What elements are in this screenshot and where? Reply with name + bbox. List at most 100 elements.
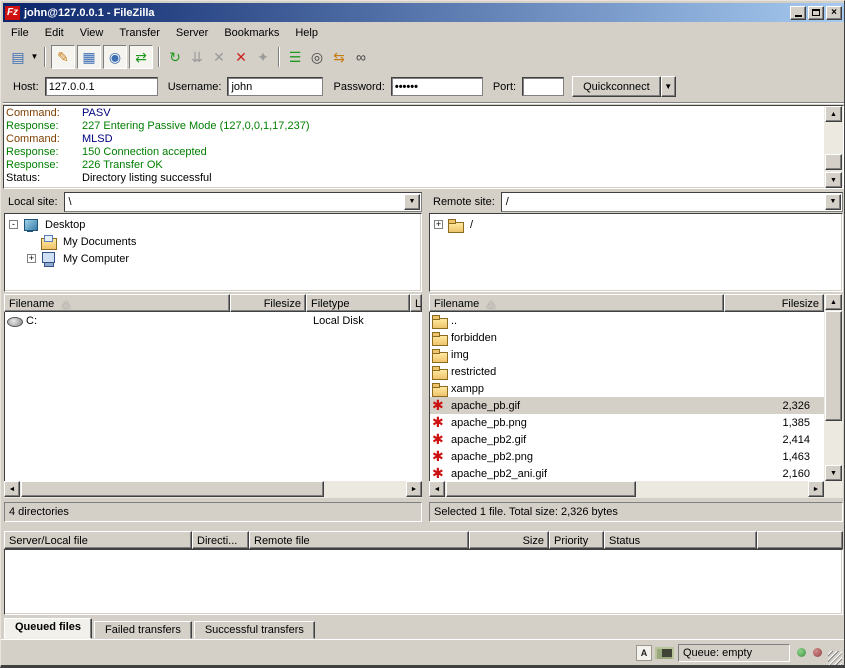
- resize-grip[interactable]: [828, 651, 842, 665]
- site-manager-dropdown-icon[interactable]: ▼: [29, 46, 40, 68]
- local-tree-item[interactable]: + My Computer: [5, 250, 421, 267]
- local-tree-toggle-icon[interactable]: ▦: [77, 45, 101, 69]
- tree-item-label[interactable]: /: [467, 218, 476, 232]
- scroll-up-icon[interactable]: ▲: [825, 106, 842, 122]
- tree-item-label[interactable]: My Computer: [60, 252, 132, 266]
- remote-file-row[interactable]: xampp: [430, 380, 824, 397]
- tree-expander-icon[interactable]: +: [27, 254, 36, 263]
- scroll-right-icon[interactable]: ►: [406, 481, 422, 497]
- chevron-down-icon[interactable]: ▼: [825, 194, 841, 210]
- remote-file-row[interactable]: apache_pb.png 1,385: [430, 414, 824, 431]
- scroll-thumb[interactable]: [825, 154, 842, 170]
- disconnect-icon[interactable]: ✕: [230, 46, 252, 68]
- sync-browsing-icon[interactable]: ⇆: [328, 46, 350, 68]
- message-log-toggle-icon[interactable]: ✎: [51, 45, 75, 69]
- password-input[interactable]: [391, 77, 483, 96]
- remote-file-row[interactable]: restricted: [430, 363, 824, 380]
- transfer-queue-list[interactable]: [4, 549, 843, 615]
- quickconnect-dropdown-icon[interactable]: ▼: [661, 76, 676, 97]
- refresh-icon[interactable]: ↻: [164, 46, 186, 68]
- remote-hscrollbar[interactable]: ◄ ►: [429, 481, 824, 498]
- menu-item[interactable]: Transfer: [111, 25, 168, 41]
- local-file-row[interactable]: C: Local Disk: [5, 312, 422, 329]
- column-filename[interactable]: Filename: [4, 294, 230, 312]
- scroll-left-icon[interactable]: ◄: [429, 481, 445, 497]
- remote-file-row[interactable]: apache_pb2.png 1,463: [430, 448, 824, 465]
- close-button[interactable]: ×: [826, 6, 842, 20]
- column-filetype[interactable]: Filetype: [306, 294, 410, 312]
- remote-file-row[interactable]: ..: [430, 312, 824, 329]
- scroll-thumb[interactable]: [446, 481, 636, 497]
- process-queue-icon[interactable]: ⇊: [186, 46, 208, 68]
- column-size[interactable]: Size: [469, 531, 549, 549]
- remote-file-row[interactable]: apache_pb2_ani.gif 2,160: [430, 465, 824, 481]
- tree-expander-icon[interactable]: -: [9, 220, 18, 229]
- maximize-button[interactable]: [808, 6, 824, 20]
- menu-item[interactable]: File: [3, 25, 37, 41]
- local-site-combo[interactable]: \ ▼: [64, 192, 422, 212]
- tree-expander-icon[interactable]: +: [434, 220, 443, 229]
- port-input[interactable]: [522, 77, 564, 96]
- quickconnect-button[interactable]: Quickconnect: [572, 76, 661, 97]
- queue-tab[interactable]: Queued files: [4, 618, 92, 639]
- keypad-icon[interactable]: [655, 647, 674, 659]
- local-tree-item[interactable]: My Documents: [5, 233, 421, 250]
- minimize-button[interactable]: [790, 6, 806, 20]
- remote-file-row[interactable]: apache_pb.gif 2,326: [430, 397, 824, 414]
- remote-vscrollbar[interactable]: ▲ ▼: [824, 294, 843, 498]
- menu-item[interactable]: Bookmarks: [216, 25, 287, 41]
- host-input[interactable]: [45, 77, 158, 96]
- column-filesize[interactable]: Filesize: [724, 294, 824, 312]
- remote-tree-toggle-icon[interactable]: ◉: [103, 45, 127, 69]
- filter-icon[interactable]: ☰: [284, 46, 306, 68]
- minimize-icon: [795, 15, 802, 17]
- queue-tab[interactable]: Failed transfers: [94, 621, 192, 639]
- queue-status-text: Queue: empty: [683, 647, 752, 659]
- column-direction[interactable]: Directi...: [192, 531, 249, 549]
- reconnect-icon[interactable]: ✦: [252, 46, 274, 68]
- compare-icon[interactable]: ◎: [306, 46, 328, 68]
- tree-item-label[interactable]: My Documents: [60, 235, 139, 249]
- scroll-thumb[interactable]: [825, 311, 842, 421]
- username-input[interactable]: [227, 77, 323, 96]
- scroll-thumb[interactable]: [21, 481, 324, 497]
- scroll-down-icon[interactable]: ▼: [825, 172, 842, 188]
- titlebar[interactable]: Fz john@127.0.0.1 - FileZilla ×: [3, 3, 844, 22]
- column-filesize[interactable]: Filesize: [230, 294, 306, 312]
- scroll-right-icon[interactable]: ►: [808, 481, 824, 497]
- port-label: Port:: [493, 81, 516, 93]
- local-site-bar: Local site: \ ▼: [4, 191, 422, 212]
- remote-tree-item[interactable]: + /: [430, 216, 842, 233]
- remote-site-combo[interactable]: / ▼: [501, 192, 843, 212]
- column-remote-file[interactable]: Remote file: [249, 531, 469, 549]
- find-icon[interactable]: ∞: [350, 46, 372, 68]
- column-last-modified[interactable]: L: [410, 294, 422, 312]
- local-tree-item[interactable]: - Desktop: [5, 216, 421, 233]
- scroll-left-icon[interactable]: ◄: [4, 481, 20, 497]
- menu-item[interactable]: Help: [287, 25, 326, 41]
- column-server-local-file[interactable]: Server/Local file: [4, 531, 192, 549]
- log-scrollbar[interactable]: ▲ ▼: [824, 106, 843, 188]
- column-priority[interactable]: Priority: [549, 531, 604, 549]
- column-filename[interactable]: Filename: [429, 294, 724, 312]
- column-status[interactable]: Status: [604, 531, 757, 549]
- local-hscrollbar[interactable]: ◄ ►: [4, 481, 422, 498]
- menu-item[interactable]: Server: [168, 25, 216, 41]
- cancel-icon[interactable]: ✕: [208, 46, 230, 68]
- remote-file-row[interactable]: apache_pb2.gif 2,414: [430, 431, 824, 448]
- chevron-down-icon[interactable]: ▼: [404, 194, 420, 210]
- remote-file-row[interactable]: forbidden: [430, 329, 824, 346]
- site-manager-icon[interactable]: ▤: [7, 46, 29, 68]
- scroll-down-icon[interactable]: ▼: [825, 465, 842, 481]
- scroll-up-icon[interactable]: ▲: [825, 294, 842, 310]
- queue-tab[interactable]: Successful transfers: [194, 621, 315, 639]
- transfer-type-icon[interactable]: A: [636, 645, 652, 661]
- remote-file-row[interactable]: img: [430, 346, 824, 363]
- local-file-list-panel: Filename Filesize Filetype L C: Local Di…: [4, 294, 422, 522]
- tree-item-label[interactable]: Desktop: [42, 218, 88, 232]
- menu-item[interactable]: View: [72, 25, 112, 41]
- queue-toggle-icon[interactable]: ⇄: [129, 45, 153, 69]
- file-icon: [7, 314, 23, 327]
- quickconnect-bar: Host: Username: Password: Port: Quickcon…: [3, 71, 844, 103]
- menu-item[interactable]: Edit: [37, 25, 72, 41]
